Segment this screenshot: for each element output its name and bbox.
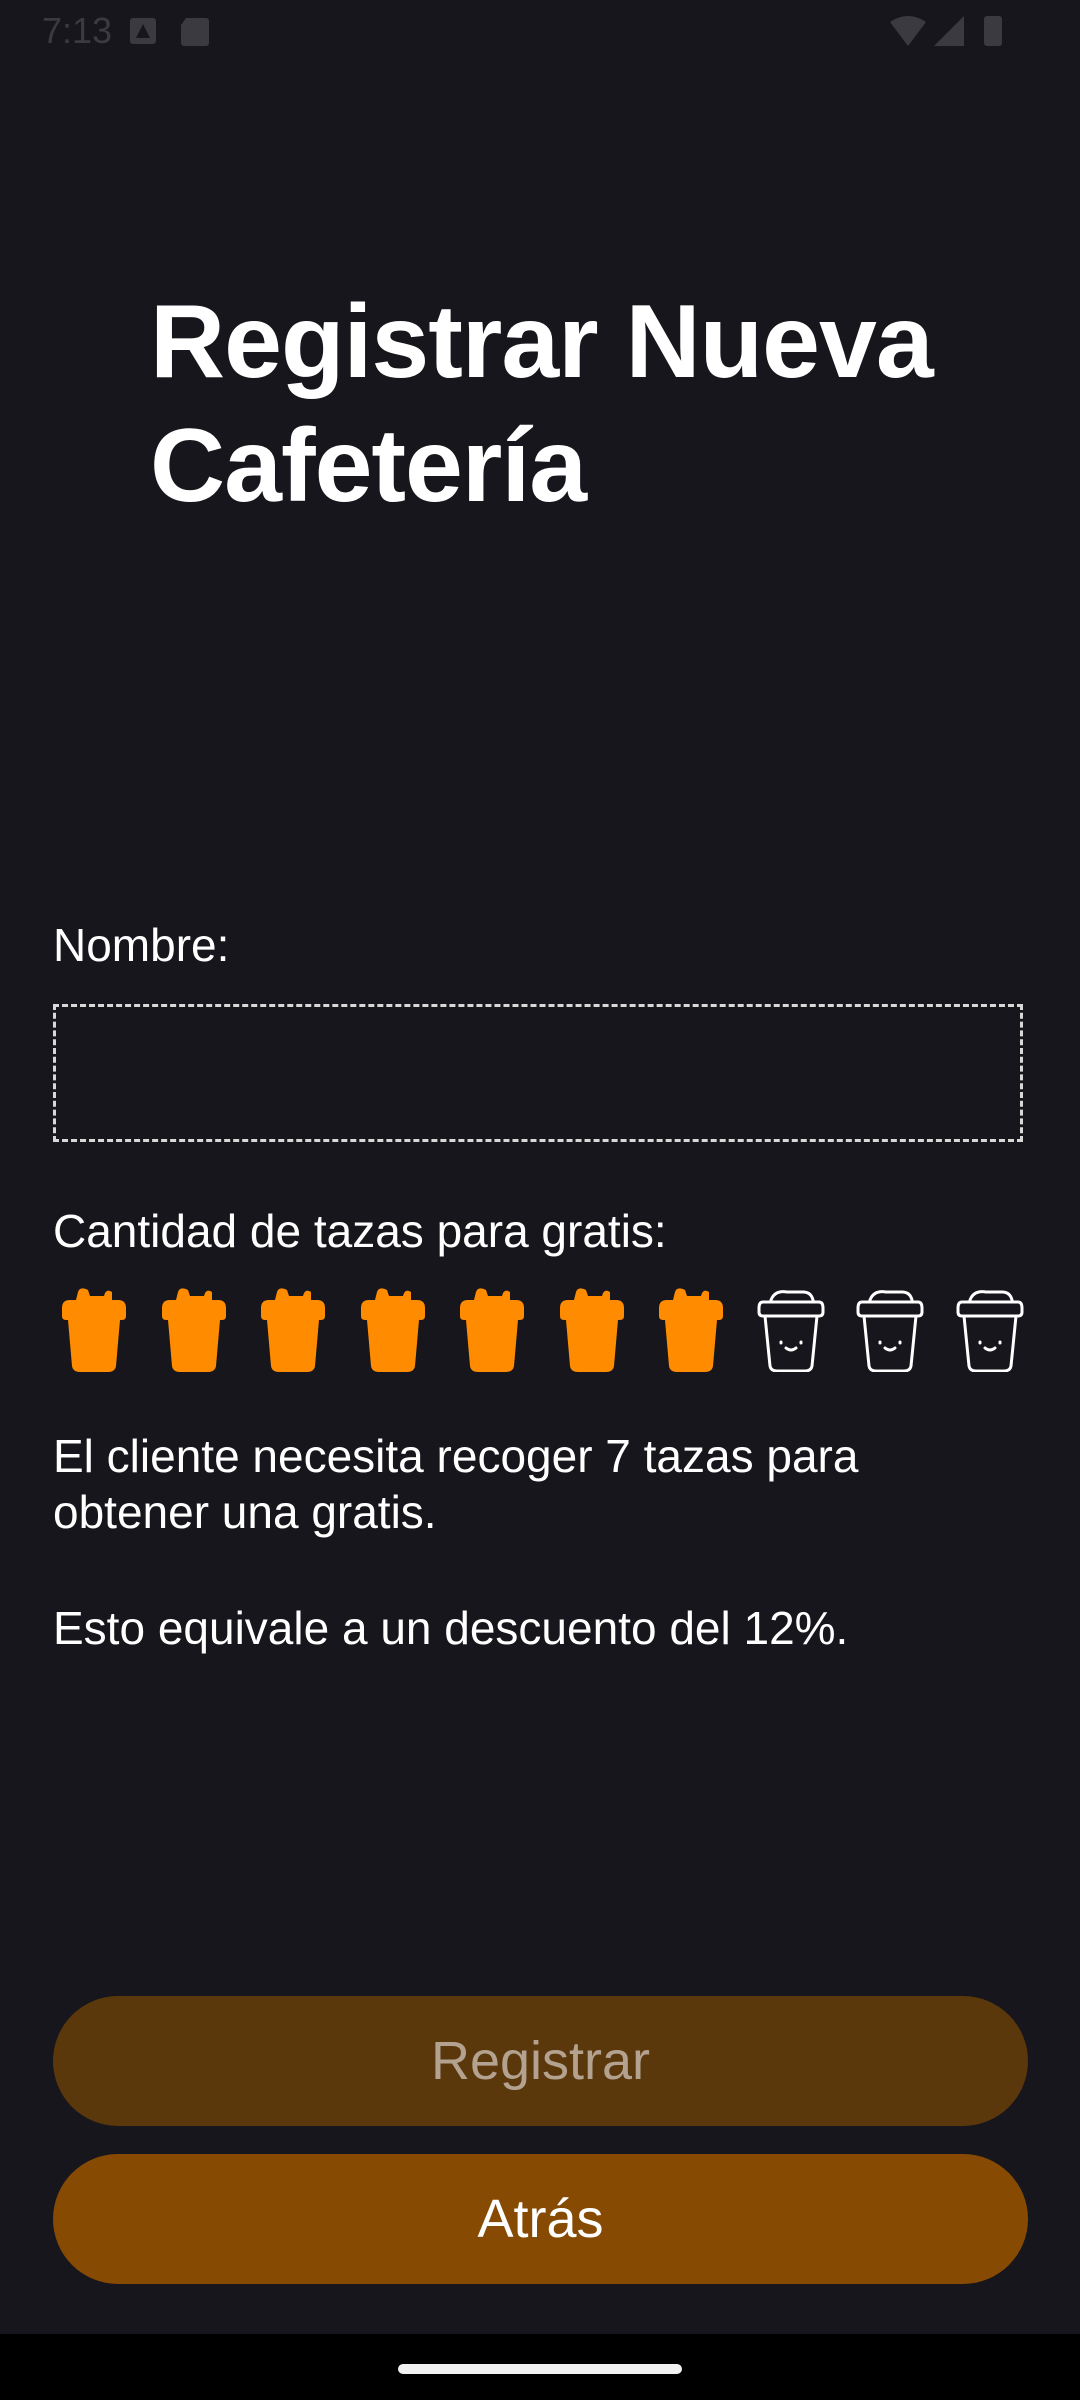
- status-bar: 7:13: [0, 0, 1080, 62]
- coffee-cup-outline-icon[interactable]: [757, 1286, 825, 1373]
- cups-label: Cantidad de tazas para gratis:: [53, 1205, 667, 1257]
- coffee-cup-filled-icon[interactable]: [657, 1286, 725, 1372]
- name-label: Nombre:: [53, 919, 230, 971]
- register-button[interactable]: Registrar: [53, 1996, 1028, 2126]
- coffee-cup-outline-icon[interactable]: [856, 1286, 924, 1373]
- home-gesture-handle[interactable]: [398, 2364, 682, 2374]
- coffee-cup-filled-icon[interactable]: [458, 1286, 526, 1372]
- coffee-cup-filled-icon[interactable]: [259, 1286, 327, 1372]
- cups-selector: [53, 1286, 1043, 1382]
- cups-info-text: El cliente necesita recoger 7 tazas para…: [53, 1430, 859, 1538]
- discount-info-text: Esto equivale a un descuento del 12%.: [53, 1602, 849, 1654]
- page-title: Registrar Nueva Cafetería: [150, 284, 934, 524]
- back-button[interactable]: Atrás: [53, 2154, 1028, 2284]
- coffee-cup-outline-icon[interactable]: [956, 1286, 1024, 1373]
- notification-icons: [130, 18, 209, 46]
- status-time: 7:13: [42, 10, 113, 51]
- name-input[interactable]: [53, 1004, 1023, 1142]
- coffee-cup-filled-icon[interactable]: [558, 1286, 626, 1372]
- system-status-icons: [890, 16, 1002, 46]
- coffee-cup-filled-icon[interactable]: [60, 1286, 128, 1372]
- coffee-cup-filled-icon[interactable]: [359, 1286, 427, 1372]
- coffee-cup-filled-icon[interactable]: [160, 1286, 228, 1372]
